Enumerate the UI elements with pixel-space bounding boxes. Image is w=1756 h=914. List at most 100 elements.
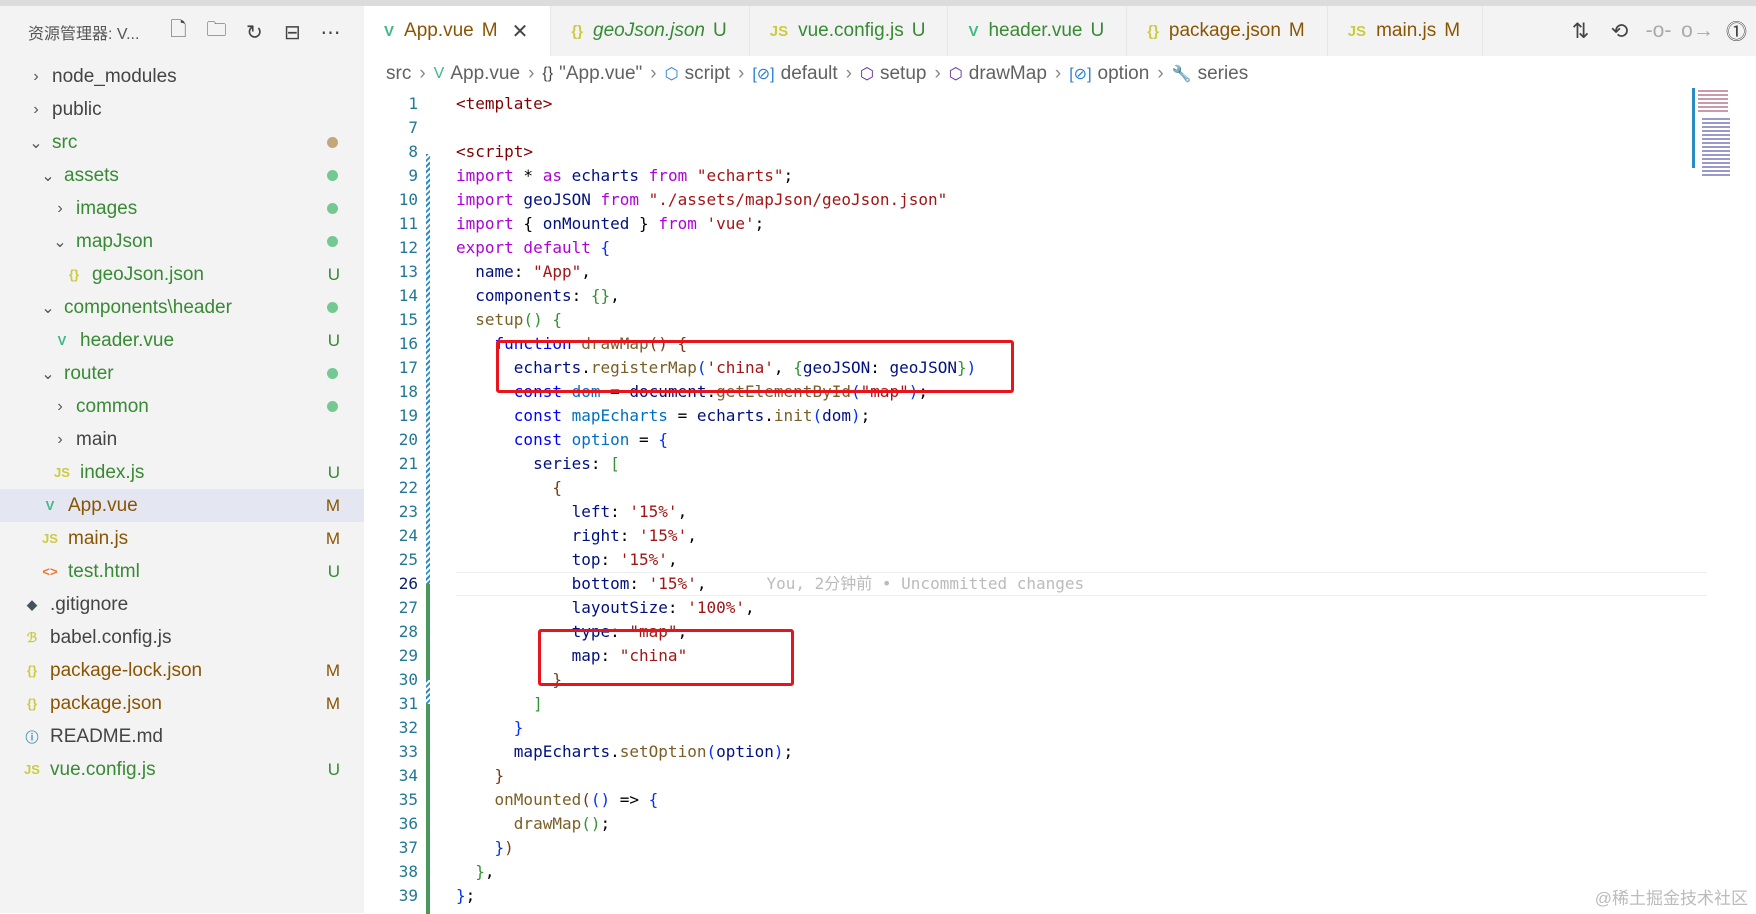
breadcrumb-separator: ›	[528, 63, 535, 84]
tree-item[interactable]: ⌄ router	[0, 357, 364, 390]
line-number: 13	[398, 262, 418, 281]
vue-icon: V	[433, 65, 445, 82]
code-token: as	[542, 166, 562, 185]
tree-item[interactable]: › images	[0, 192, 364, 225]
code-editor[interactable]: 1 <template> 7 8 <script> 9 import * as echart…	[364, 92, 1756, 914]
tab-vue-config-js[interactable]: JS vue.config.js U	[750, 6, 949, 56]
code-token: }	[629, 214, 659, 233]
tree-item[interactable]: ⓘ README.md	[0, 720, 364, 753]
code-token: }	[475, 862, 485, 881]
tab-label: main.js	[1376, 20, 1437, 41]
line-number: 29	[398, 646, 418, 665]
more-icon[interactable]: ⋯	[311, 20, 349, 45]
code-line: 13 name: "App",	[364, 260, 1704, 284]
html-file-icon: <>	[42, 564, 58, 579]
git-status-dot	[327, 236, 338, 247]
code-token: (	[812, 406, 823, 425]
tree-item[interactable]: {} geoJson.json U	[0, 258, 364, 291]
compare-changes-icon[interactable]: ⇅	[1561, 19, 1600, 44]
breadcrumb-item[interactable]: App.vue	[450, 63, 520, 85]
code-token: option	[716, 742, 774, 761]
tree-item[interactable]: ⌄ src	[0, 126, 364, 159]
js-file-icon: JS	[1347, 22, 1367, 40]
code-token: ;	[783, 166, 794, 185]
code-token: ()	[590, 790, 611, 809]
explorer-header: 资源管理器: V... 🗋 🗀 ↻ ⊟ ⋯	[0, 6, 364, 58]
tree-item[interactable]: › common	[0, 390, 364, 423]
tab-geojson-json[interactable]: {} geoJson.json U	[551, 6, 750, 56]
tree-item[interactable]: ℬbabel.config.js	[0, 621, 364, 654]
code-token: =>	[610, 790, 649, 809]
tree-item-label: router	[64, 362, 114, 384]
collapse-icon[interactable]: ⊟	[273, 20, 311, 45]
breadcrumb-item[interactable]: default	[781, 63, 838, 85]
open-changes-icon[interactable]: ⟲	[1600, 19, 1639, 44]
breadcrumb-item[interactable]: "App.vue"	[559, 63, 642, 85]
line-number: 27	[398, 598, 418, 617]
tree-item[interactable]: {} package.json M	[0, 687, 364, 720]
git-status-badge: U	[911, 20, 926, 41]
tree-item[interactable]: V App.vue M	[0, 489, 364, 522]
chevron-down-icon: ⌄	[53, 233, 67, 251]
tree-item-label: main	[76, 428, 118, 450]
tree-item[interactable]: ⌄ assets	[0, 159, 364, 192]
breadcrumb-item[interactable]: src	[386, 63, 411, 85]
refresh-icon[interactable]: ↻	[235, 20, 273, 45]
code-token: }	[513, 718, 524, 737]
breadcrumb-item[interactable]: setup	[880, 63, 926, 85]
tree-item[interactable]: ⌄ components\header	[0, 291, 364, 324]
tree-item[interactable]: JS main.js M	[0, 522, 364, 555]
code-token: .	[610, 742, 620, 761]
tab-app-vue[interactable]: V App.vue M ✕	[364, 6, 552, 56]
tree-item[interactable]: Vheader.vue U	[0, 324, 364, 357]
git-status-badge: M	[1288, 20, 1305, 41]
git-graph-icon[interactable]: ⓵	[1717, 16, 1756, 46]
line-number: 1	[408, 94, 418, 113]
code-text: layoutSize: '100%',	[456, 596, 755, 620]
next-change-icon[interactable]: o→	[1678, 19, 1717, 43]
tree-item[interactable]: <> test.html U	[0, 555, 364, 588]
code-text: const option = {	[456, 428, 668, 452]
minimap[interactable]	[1692, 88, 1736, 198]
tree-item[interactable]: › main	[0, 423, 364, 456]
tree-item[interactable]: › public	[0, 93, 364, 126]
code-text: {	[456, 476, 562, 500]
code-line: 31 ]	[364, 692, 1704, 716]
code-token: from	[648, 166, 688, 185]
code-token: import	[456, 166, 514, 185]
tree-item[interactable]: › node_modules	[0, 60, 364, 93]
close-icon[interactable]: ✕	[512, 19, 529, 44]
tree-item[interactable]: JS vue.config.js U	[0, 753, 364, 786]
tab-header-vue[interactable]: Vheader.vue U	[948, 6, 1128, 56]
breadcrumb-item[interactable]: series	[1198, 63, 1249, 85]
code-token: ,	[610, 286, 620, 305]
code-line: 35 onMounted(() => {	[364, 788, 1704, 812]
code-text: import * as echarts from "echarts";	[456, 164, 793, 188]
tab-package-json[interactable]: {} package.json M	[1127, 6, 1328, 56]
new-file-icon[interactable]: 🗋	[159, 15, 197, 49]
breadcrumb-item[interactable]: option	[1098, 63, 1150, 85]
json-file-icon: {}	[26, 663, 38, 678]
previous-change-icon[interactable]: -o-	[1639, 19, 1678, 43]
tree-item[interactable]: ⌄ mapJson	[0, 225, 364, 258]
chevron-down-icon: ⌄	[41, 167, 55, 185]
new-folder-icon[interactable]: 🗀	[197, 15, 235, 49]
breadcrumb-separator: ›	[650, 63, 657, 84]
code-token: ,	[696, 574, 707, 593]
breadcrumb-item[interactable]: script	[685, 63, 730, 85]
tree-item[interactable]: {} package-lock.json M	[0, 654, 364, 687]
code-text: const mapEcharts = echarts.init(dom);	[456, 404, 870, 428]
code-text: name: "App",	[456, 260, 591, 284]
code-token: ,	[687, 526, 697, 545]
breadcrumb-item[interactable]: drawMap	[969, 63, 1047, 85]
code-token: '100%'	[687, 598, 745, 617]
tree-item[interactable]: JS index.js U	[0, 456, 364, 489]
tree-item[interactable]: ◆ .gitignore	[0, 588, 364, 621]
git-status-badge: U	[327, 759, 340, 779]
json-file-icon: {}	[1147, 22, 1159, 40]
tab-main-js[interactable]: JS main.js M	[1328, 6, 1484, 56]
